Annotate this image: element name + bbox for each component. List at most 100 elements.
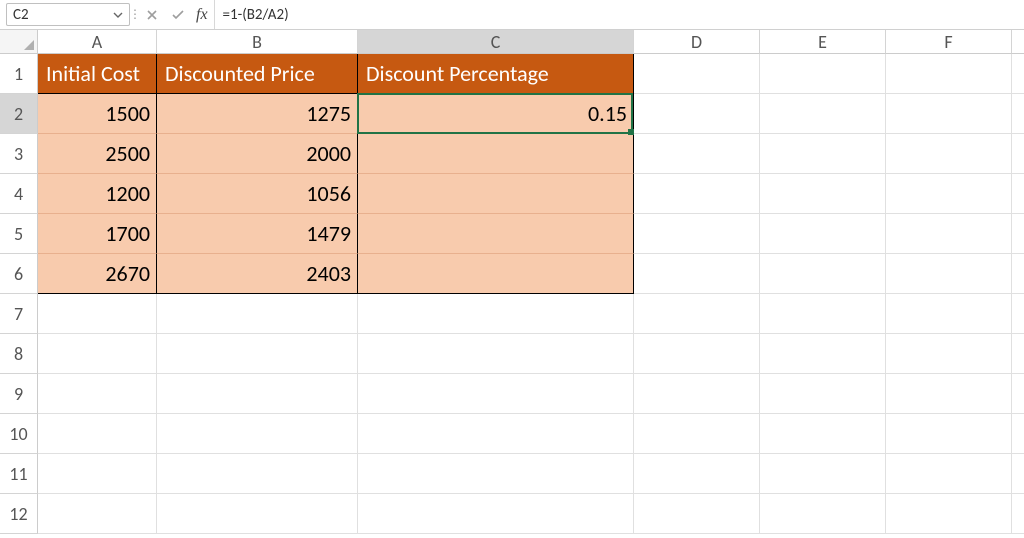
- row-header-10[interactable]: 10: [0, 414, 38, 454]
- cell-A12[interactable]: [38, 494, 157, 534]
- cell-A3[interactable]: 2500: [38, 134, 157, 174]
- cell-G8[interactable]: [1012, 334, 1024, 374]
- cell-E8[interactable]: [760, 334, 886, 374]
- cell-G2[interactable]: [1012, 94, 1024, 134]
- cell-B11[interactable]: [157, 454, 358, 494]
- cell-C12[interactable]: [358, 494, 634, 534]
- row-header-1[interactable]: 1: [0, 54, 38, 94]
- row-header-12[interactable]: 12: [0, 494, 38, 534]
- cell-B1[interactable]: Discounted Price: [157, 54, 358, 94]
- cell-B2[interactable]: 1275: [157, 94, 358, 134]
- cell-B4[interactable]: 1056: [157, 174, 358, 214]
- cell-C4[interactable]: [358, 174, 634, 214]
- cell-D2[interactable]: [634, 94, 760, 134]
- cell-F2[interactable]: [886, 94, 1012, 134]
- cell-F1[interactable]: [886, 54, 1012, 94]
- cell-E7[interactable]: [760, 294, 886, 334]
- row-header-6[interactable]: 6: [0, 254, 38, 294]
- cell-E6[interactable]: [760, 254, 886, 294]
- cell-D9[interactable]: [634, 374, 760, 414]
- cell-E11[interactable]: [760, 454, 886, 494]
- cell-E10[interactable]: [760, 414, 886, 454]
- cell-C7[interactable]: [358, 294, 634, 334]
- cell-A5[interactable]: 1700: [38, 214, 157, 254]
- cell-F4[interactable]: [886, 174, 1012, 214]
- cell-C2[interactable]: 0.15: [358, 94, 634, 134]
- row-header-5[interactable]: 5: [0, 214, 38, 254]
- cell-G11[interactable]: [1012, 454, 1024, 494]
- cell-E4[interactable]: [760, 174, 886, 214]
- col-header-F[interactable]: F: [886, 30, 1012, 54]
- cell-G1[interactable]: [1012, 54, 1024, 94]
- cell-A9[interactable]: [38, 374, 157, 414]
- cell-F11[interactable]: [886, 454, 1012, 494]
- cell-A6[interactable]: 2670: [38, 254, 157, 294]
- cell-C8[interactable]: [358, 334, 634, 374]
- cell-F7[interactable]: [886, 294, 1012, 334]
- cell-A7[interactable]: [38, 294, 157, 334]
- col-header-E[interactable]: E: [760, 30, 886, 54]
- cell-F8[interactable]: [886, 334, 1012, 374]
- cell-F12[interactable]: [886, 494, 1012, 534]
- cell-A11[interactable]: [38, 454, 157, 494]
- col-header-B[interactable]: B: [157, 30, 358, 54]
- cell-G3[interactable]: [1012, 134, 1024, 174]
- cell-B9[interactable]: [157, 374, 358, 414]
- cell-D4[interactable]: [634, 174, 760, 214]
- cell-D7[interactable]: [634, 294, 760, 334]
- cell-B12[interactable]: [157, 494, 358, 534]
- row-header-3[interactable]: 3: [0, 134, 38, 174]
- col-header-C[interactable]: C: [358, 30, 634, 54]
- cell-E2[interactable]: [760, 94, 886, 134]
- cell-G9[interactable]: [1012, 374, 1024, 414]
- cell-G5[interactable]: [1012, 214, 1024, 254]
- cell-E5[interactable]: [760, 214, 886, 254]
- cell-G7[interactable]: [1012, 294, 1024, 334]
- cell-G12[interactable]: [1012, 494, 1024, 534]
- row-header-7[interactable]: 7: [0, 294, 38, 334]
- cell-F6[interactable]: [886, 254, 1012, 294]
- cell-C3[interactable]: [358, 134, 634, 174]
- cell-G6[interactable]: [1012, 254, 1024, 294]
- cell-F10[interactable]: [886, 414, 1012, 454]
- cell-B8[interactable]: [157, 334, 358, 374]
- cell-E3[interactable]: [760, 134, 886, 174]
- col-header-D[interactable]: D: [634, 30, 760, 54]
- cell-D10[interactable]: [634, 414, 760, 454]
- cell-B5[interactable]: 1479: [157, 214, 358, 254]
- cell-A1[interactable]: Initial Cost: [38, 54, 157, 94]
- cell-F5[interactable]: [886, 214, 1012, 254]
- cell-C10[interactable]: [358, 414, 634, 454]
- row-header-2[interactable]: 2: [0, 94, 38, 134]
- cell-C6[interactable]: [358, 254, 634, 294]
- cell-B10[interactable]: [157, 414, 358, 454]
- formula-input[interactable]: =1-(B2/A2): [214, 0, 1024, 29]
- cell-D6[interactable]: [634, 254, 760, 294]
- cell-A4[interactable]: 1200: [38, 174, 157, 214]
- cell-D12[interactable]: [634, 494, 760, 534]
- col-header-A[interactable]: A: [38, 30, 157, 54]
- cell-B6[interactable]: 2403: [157, 254, 358, 294]
- cell-B3[interactable]: 2000: [157, 134, 358, 174]
- cell-C5[interactable]: [358, 214, 634, 254]
- cell-D3[interactable]: [634, 134, 760, 174]
- row-header-8[interactable]: 8: [0, 334, 38, 374]
- name-box[interactable]: C2: [6, 3, 130, 26]
- row-header-9[interactable]: 9: [0, 374, 38, 414]
- cell-B7[interactable]: [157, 294, 358, 334]
- cell-A2[interactable]: 1500: [38, 94, 157, 134]
- cell-A10[interactable]: [38, 414, 157, 454]
- enter-icon[interactable]: [170, 9, 186, 21]
- cell-D5[interactable]: [634, 214, 760, 254]
- cell-F9[interactable]: [886, 374, 1012, 414]
- cell-C9[interactable]: [358, 374, 634, 414]
- row-header-4[interactable]: 4: [0, 174, 38, 214]
- cell-D1[interactable]: [634, 54, 760, 94]
- cell-C1[interactable]: Discount Percentage: [358, 54, 634, 94]
- cell-E12[interactable]: [760, 494, 886, 534]
- cell-D8[interactable]: [634, 334, 760, 374]
- cell-C11[interactable]: [358, 454, 634, 494]
- cell-G10[interactable]: [1012, 414, 1024, 454]
- cell-G4[interactable]: [1012, 174, 1024, 214]
- select-all-corner[interactable]: [0, 30, 38, 54]
